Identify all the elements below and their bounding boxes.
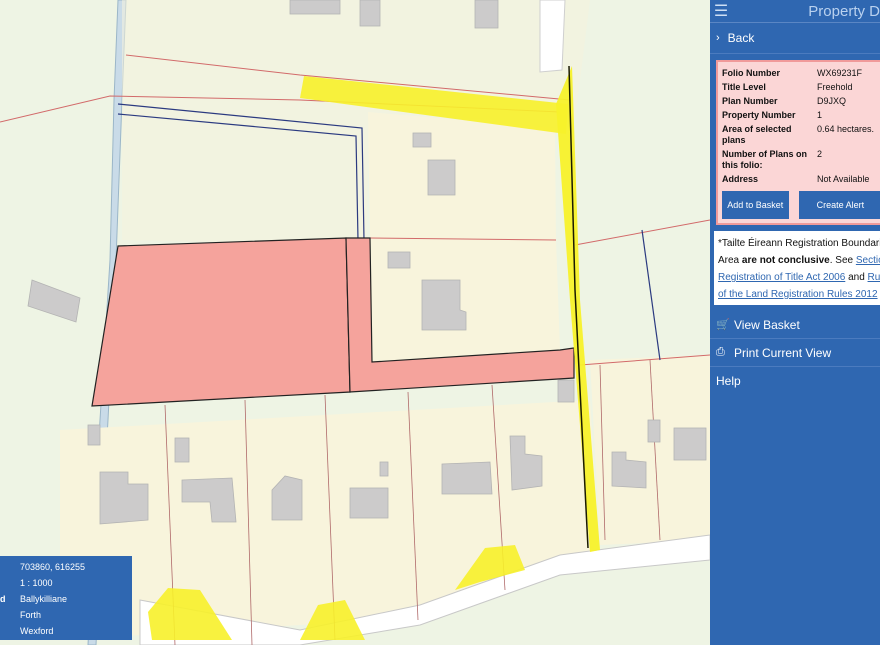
folio-value: WX69231F — [817, 68, 863, 78]
cart-icon: 🛒 — [716, 319, 730, 331]
note-line-4: of the Land Registration Rules 2012 — [718, 286, 880, 303]
map-scale: 1 : 1000 — [20, 578, 53, 588]
folio-key: Address — [722, 174, 759, 184]
folio-key: Folio Number — [722, 68, 780, 78]
land-rules-link[interactable]: of the Land Registration Rules 2012 — [718, 289, 878, 300]
folio-info-card: Folio Number WX69231F Title Level Freehold… — [716, 60, 880, 225]
note-line-1: *Tailte Éireann Registration Boundaries … — [718, 238, 880, 249]
view-basket-item[interactable]: 🛒 View Basket — [710, 311, 880, 339]
disclaimer-note: *Tailte Éireann Registration Boundaries … — [714, 231, 880, 305]
folio-key: Number of Plans on this folio: — [722, 149, 808, 170]
create-alert-button[interactable]: Create Alert — [798, 191, 880, 219]
folio-row: Area of selected plans 0.64 hectares. — [722, 124, 880, 146]
back-label: Back — [727, 31, 755, 45]
print-icon: ⎙ — [716, 346, 725, 358]
map-canvas[interactable] — [0, 0, 710, 645]
section-link[interactable]: Section 6 — [856, 255, 880, 266]
registration-act-link[interactable]: Registration of Title Act 2006 — [718, 272, 845, 283]
xy-coordinates: 703860, 616255 — [20, 562, 86, 572]
coordinates-box: 703860, 616255 1 : 1000 d Ballykilliane … — [0, 556, 132, 640]
label-fragment: d — [0, 594, 6, 604]
county: Wexford — [20, 626, 54, 636]
back-button[interactable]: › Back — [710, 23, 880, 54]
property-panel: ☰ Property D › Back Folio Number WX69231F… — [710, 0, 880, 645]
folio-row: Title Level Freehold — [722, 82, 880, 93]
folio-row: Number of Plans on this folio: 2 — [722, 149, 880, 171]
note-line-3: Registration of Title Act 2006 and Ru — [718, 269, 880, 286]
help-item[interactable]: Help — [710, 367, 880, 394]
folio-value: 0.64 hectares. — [817, 124, 875, 134]
view-basket-label: View Basket — [734, 317, 800, 332]
panel-title: Property D — [808, 2, 880, 20]
folio-key: Title Level — [722, 82, 766, 92]
note-bold: are not conclusive — [741, 255, 830, 266]
folio-value: D9JXQ — [817, 96, 847, 106]
folio-value: 2 — [817, 149, 823, 159]
note-line-2: Area are not conclusive. See Section 6 — [718, 252, 880, 269]
folio-row: Property Number 1 — [722, 110, 880, 121]
note-text: and — [845, 272, 868, 283]
folio-value: Freehold — [817, 82, 853, 92]
print-view-item[interactable]: ⎙ Print Current View — [710, 339, 880, 367]
folio-row: Address Not Available — [722, 174, 880, 185]
chevron-right-icon: › — [716, 32, 720, 44]
folio-actions: Add to Basket Create Alert — [722, 191, 880, 219]
folio-key: Property Number — [722, 110, 796, 120]
panel-header: ☰ Property D — [710, 0, 880, 23]
barony: Forth — [20, 610, 42, 620]
folio-row: Plan Number D9JXQ — [722, 96, 880, 107]
folio-value: Not Available — [817, 174, 870, 184]
folio-key: Area of selected plans — [722, 124, 792, 145]
folio-key: Plan Number — [722, 96, 778, 106]
townland: Ballykilliane — [20, 594, 68, 604]
help-label: Help — [716, 373, 741, 388]
hamburger-menu-icon[interactable]: ☰ — [710, 1, 732, 21]
note-text: Area — [718, 255, 742, 266]
folio-value: 1 — [817, 110, 823, 120]
note-text: . See — [829, 255, 856, 266]
folio-row: Folio Number WX69231F — [722, 68, 880, 79]
rules-link[interactable]: Ru — [868, 272, 880, 283]
print-view-label: Print Current View — [734, 345, 832, 360]
add-to-basket-button[interactable]: Add to Basket — [722, 191, 789, 219]
